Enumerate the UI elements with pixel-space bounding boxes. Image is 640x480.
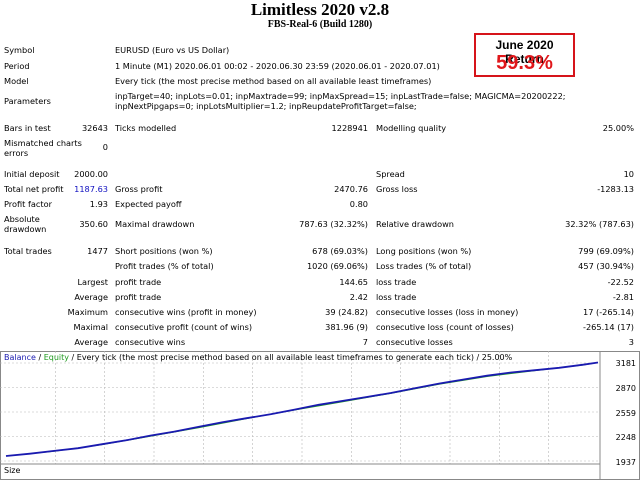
grossprofit-value: 2470.76 bbox=[334, 184, 368, 194]
max-consecutive-wins-value: 39 (24.82) bbox=[325, 307, 368, 317]
maximal-consecutive-profit-label: consecutive profit (count of wins) bbox=[115, 322, 253, 332]
legend-balance: Balance bbox=[4, 353, 36, 362]
maximal-label: Maximal bbox=[73, 322, 108, 332]
maximal-consecutive-loss-value: -265.14 (17) bbox=[582, 322, 634, 332]
deposit-value: 2000.00 bbox=[74, 169, 108, 179]
return-highlight-box: June 2020 Return 59.3% bbox=[474, 33, 575, 77]
legend-separator: / bbox=[35, 353, 44, 362]
average-consecutive-label: Average bbox=[74, 337, 108, 347]
long-positions-value: 799 (69.09%) bbox=[578, 246, 634, 256]
short-positions-value: 678 (69.03%) bbox=[312, 246, 368, 256]
return-value: 59.3% bbox=[496, 52, 553, 74]
parameters-value: inpTarget=40; inpLots=0.01; inpMaxtrade=… bbox=[115, 91, 566, 111]
max-consecutive-losses-value: 17 (-265.14) bbox=[582, 307, 634, 317]
grossprofit-label: Gross profit bbox=[115, 184, 163, 194]
maximal-consecutive-profit-value: 381.96 (9) bbox=[325, 322, 368, 332]
netprofit-value: 1187.63 bbox=[74, 184, 108, 194]
maximum-label: Maximum bbox=[67, 307, 108, 317]
quality-value: 25.00% bbox=[602, 123, 634, 133]
average-profit-label: profit trade bbox=[115, 292, 162, 302]
grossloss-value: -1283.13 bbox=[597, 184, 634, 194]
parameters-label: Parameters bbox=[4, 96, 51, 106]
y-tick-label: 3181 bbox=[615, 359, 636, 368]
period-value: 1 Minute (M1) 2020.06.01 00:02 - 2020.06… bbox=[115, 61, 440, 71]
average-consecutive-losses-label: consecutive losses bbox=[376, 337, 453, 347]
average-loss-label: loss trade bbox=[376, 292, 417, 302]
maximal-drawdown-label: Maximal drawdown bbox=[115, 219, 195, 229]
max-consecutive-wins-label: consecutive wins (profit in money) bbox=[115, 307, 257, 317]
largest-profit-value: 144.65 bbox=[339, 277, 368, 287]
size-panel-label: Size bbox=[4, 466, 21, 475]
largest-label: Largest bbox=[77, 277, 108, 287]
profit-trades-label: Profit trades (% of total) bbox=[115, 261, 214, 271]
spread-value: 10 bbox=[623, 169, 634, 179]
largest-loss-value: -22.52 bbox=[607, 277, 634, 287]
average-profit-value: 2.42 bbox=[349, 292, 368, 302]
symbol-value: EURUSD (Euro vs US Dollar) bbox=[115, 45, 230, 55]
average-consecutive-wins-value: 7 bbox=[362, 337, 368, 347]
bars-label: Bars in test bbox=[4, 123, 51, 133]
short-positions-label: Short positions (won %) bbox=[115, 246, 213, 256]
mismatch-value: 0 bbox=[102, 142, 108, 152]
expected-payoff-value: 0.80 bbox=[349, 199, 368, 209]
profit-trades-value: 1020 (69.06%) bbox=[306, 261, 368, 271]
balance-equity-chart bbox=[0, 351, 640, 480]
period-label: Period bbox=[4, 61, 30, 71]
relative-drawdown-label: Relative drawdown bbox=[376, 219, 454, 229]
loss-trades-label: Loss trades (% of total) bbox=[376, 261, 472, 271]
average-consecutive-wins-label: consecutive wins bbox=[115, 337, 186, 347]
expected-payoff-label: Expected payoff bbox=[115, 199, 182, 209]
loss-trades-value: 457 (30.94%) bbox=[578, 261, 634, 271]
max-consecutive-losses-label: consecutive losses (loss in money) bbox=[376, 307, 519, 317]
average-consecutive-losses-value: 3 bbox=[628, 337, 634, 347]
netprofit-label: Total net profit bbox=[4, 184, 64, 194]
total-trades-value: 1477 bbox=[87, 246, 108, 256]
maximal-drawdown-value: 787.63 (32.32%) bbox=[299, 219, 368, 229]
relative-drawdown-value: 32.32% (787.63) bbox=[565, 219, 634, 229]
y-tick-label: 2870 bbox=[615, 384, 636, 393]
report-subtitle: FBS-Real-6 (Build 1280) bbox=[267, 19, 373, 30]
ticks-label: Ticks modelled bbox=[115, 123, 177, 133]
bars-value: 32643 bbox=[81, 123, 108, 133]
grossloss-label: Gross loss bbox=[376, 184, 418, 194]
y-tick-label: 1937 bbox=[615, 458, 636, 467]
legend-equity: Equity bbox=[43, 353, 69, 362]
spread-label: Spread bbox=[376, 169, 405, 179]
profit-factor-value: 1.93 bbox=[89, 199, 108, 209]
model-value: Every tick (the most precise method base… bbox=[115, 76, 432, 86]
largest-loss-label: loss trade bbox=[376, 277, 417, 287]
maximal-consecutive-loss-label: consecutive loss (count of losses) bbox=[376, 322, 514, 332]
ticks-value: 1228941 bbox=[331, 123, 368, 133]
average-loss-value: -2.81 bbox=[612, 292, 634, 302]
y-tick-label: 2248 bbox=[615, 433, 636, 442]
quality-label: Modelling quality bbox=[376, 123, 447, 133]
long-positions-label: Long positions (won %) bbox=[376, 246, 472, 256]
profit-factor-label: Profit factor bbox=[4, 199, 52, 209]
chart-frame bbox=[0, 351, 640, 480]
largest-profit-label: profit trade bbox=[115, 277, 162, 287]
deposit-label: Initial deposit bbox=[4, 169, 60, 179]
legend-description: / Every tick (the most precise method ba… bbox=[68, 353, 513, 362]
y-tick-label: 2559 bbox=[615, 409, 636, 418]
report-title: Limitless 2020 v2.8 bbox=[250, 0, 390, 19]
total-trades-label: Total trades bbox=[4, 246, 52, 256]
chart-legend: Balance / Equity / Every tick (the most … bbox=[4, 353, 512, 363]
absolute-drawdown-value: 350.60 bbox=[79, 219, 108, 229]
symbol-label: Symbol bbox=[4, 45, 35, 55]
model-label: Model bbox=[4, 76, 29, 86]
average-label: Average bbox=[74, 292, 108, 302]
